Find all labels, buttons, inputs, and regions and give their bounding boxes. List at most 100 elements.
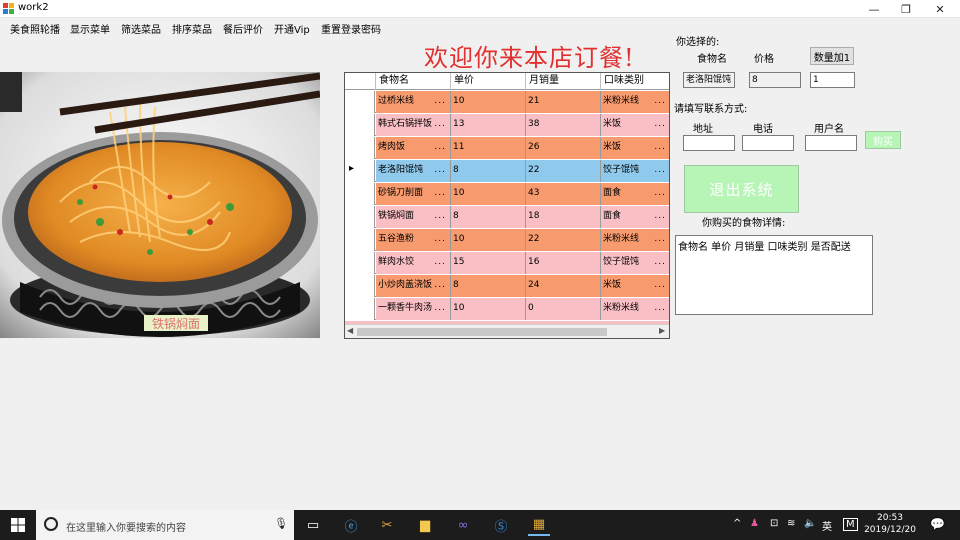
- menu-filter[interactable]: 筛选菜品: [121, 21, 161, 36]
- edge-browser-icon[interactable]: ⓔ: [340, 514, 362, 536]
- taskbar-search[interactable]: 在这里输入你要搜索的内容 🎙: [36, 510, 294, 540]
- purchase-details-box[interactable]: 食物名 单价 月销量 口味类别 是否配送: [675, 235, 873, 315]
- row-header[interactable]: [345, 229, 375, 251]
- row-header[interactable]: [345, 252, 375, 274]
- cell-sales[interactable]: 21: [526, 91, 601, 113]
- cell-name[interactable]: 一颗香牛肉汤...: [376, 298, 451, 320]
- cell-sales[interactable]: 26: [526, 137, 601, 159]
- row-header[interactable]: [345, 298, 375, 320]
- menu-show-menu[interactable]: 显示菜单: [70, 21, 110, 36]
- menu-grid[interactable]: 食物名 单价 月销量 口味类别 过桥米线... 10 21 米粉米线... 韩式石锅拌饭…: [344, 72, 670, 339]
- table-row[interactable]: 过桥米线... 10 21 米粉米线...: [345, 91, 669, 113]
- menu-food-carousel[interactable]: 美食照轮播: [10, 21, 60, 36]
- scroll-left-icon[interactable]: ◀: [347, 326, 353, 335]
- maximize-button[interactable]: ❐: [890, 0, 922, 18]
- cell-price[interactable]: 10: [451, 183, 526, 205]
- row-header[interactable]: [345, 183, 375, 205]
- row-header[interactable]: [345, 91, 375, 113]
- cell-sales[interactable]: 18: [526, 206, 601, 228]
- table-row[interactable]: 小炒肉盖浇饭... 8 24 米饭...: [345, 275, 669, 297]
- cell-name[interactable]: 铁锅焖面...: [376, 206, 451, 228]
- table-row[interactable]: 五谷渔粉... 10 22 米粉米线...: [345, 229, 669, 251]
- cell-name[interactable]: 五谷渔粉...: [376, 229, 451, 251]
- row-header[interactable]: [345, 114, 375, 136]
- cell-price[interactable]: 13: [451, 114, 526, 136]
- table-row[interactable]: 鲜肉水饺... 15 16 饺子馄饨...: [345, 252, 669, 274]
- work2-app-icon[interactable]: ▦: [528, 514, 550, 536]
- cell-category[interactable]: 饺子馄饨...: [601, 160, 669, 182]
- cell-price[interactable]: 10: [451, 91, 526, 113]
- microphone-icon[interactable]: 🎙: [274, 517, 288, 530]
- volume-icon[interactable]: 🔈: [804, 518, 816, 529]
- visual-studio-icon[interactable]: ∞: [452, 514, 474, 536]
- exit-system-button[interactable]: 退出系统: [684, 165, 799, 213]
- selected-price-field[interactable]: 8: [749, 72, 801, 88]
- cell-name[interactable]: 鲜肉水饺...: [376, 252, 451, 274]
- cell-category[interactable]: 米粉米线...: [601, 229, 669, 251]
- phone-field[interactable]: [742, 135, 794, 151]
- tools-app-icon[interactable]: ✂: [376, 514, 398, 536]
- table-row[interactable]: ▸ 老洛阳馄饨... 8 22 饺子馄饨...: [345, 160, 669, 182]
- cell-sales[interactable]: 0: [526, 298, 601, 320]
- cell-price[interactable]: 11: [451, 137, 526, 159]
- network-icon[interactable]: ⊡: [770, 518, 778, 529]
- quantity-field[interactable]: 1: [810, 72, 855, 88]
- quantity-plus-button[interactable]: 数量加1: [810, 47, 854, 65]
- column-header-sales[interactable]: 月销量: [526, 73, 601, 90]
- cell-category[interactable]: 面食...: [601, 206, 669, 228]
- minimize-button[interactable]: —: [858, 0, 890, 18]
- table-row[interactable]: 韩式石锅拌饭... 13 38 米饭...: [345, 114, 669, 136]
- column-header-name[interactable]: 食物名: [376, 73, 451, 90]
- scrollbar-thumb[interactable]: [357, 328, 607, 336]
- clock[interactable]: 20:53 2019/12/20: [862, 512, 918, 536]
- cell-category[interactable]: 米饭...: [601, 114, 669, 136]
- column-header-category[interactable]: 口味类别: [601, 73, 669, 90]
- horizontal-scrollbar[interactable]: ◀ ▶: [345, 324, 669, 338]
- cell-sales[interactable]: 16: [526, 252, 601, 274]
- table-row[interactable]: 烤肉饭... 11 26 米饭...: [345, 137, 669, 159]
- buy-button[interactable]: 购买: [865, 131, 901, 149]
- cell-sales[interactable]: 22: [526, 229, 601, 251]
- cell-sales[interactable]: 22: [526, 160, 601, 182]
- cell-name[interactable]: 砂锅刀削面...: [376, 183, 451, 205]
- file-explorer-icon[interactable]: ▆: [414, 514, 436, 536]
- browser-s-icon[interactable]: Ⓢ: [490, 514, 512, 536]
- row-header[interactable]: ▸: [345, 160, 375, 182]
- cell-name[interactable]: 烤肉饭...: [376, 137, 451, 159]
- cell-price[interactable]: 8: [451, 206, 526, 228]
- cell-category[interactable]: 面食...: [601, 183, 669, 205]
- cell-name[interactable]: 过桥米线...: [376, 91, 451, 113]
- ime-mode[interactable]: M: [843, 518, 858, 531]
- cell-name[interactable]: 小炒肉盖浇饭...: [376, 275, 451, 297]
- wifi-icon[interactable]: ≋: [787, 518, 795, 529]
- table-row[interactable]: 铁锅焖面... 8 18 面食...: [345, 206, 669, 228]
- menu-vip[interactable]: 开通Vip: [274, 21, 310, 36]
- cell-category[interactable]: 米粉米线...: [601, 298, 669, 320]
- row-header[interactable]: [345, 206, 375, 228]
- column-header-price[interactable]: 单价: [451, 73, 526, 90]
- cell-name[interactable]: 韩式石锅拌饭...: [376, 114, 451, 136]
- scroll-right-icon[interactable]: ▶: [659, 326, 665, 335]
- cell-category[interactable]: 米饭...: [601, 137, 669, 159]
- cell-price[interactable]: 15: [451, 252, 526, 274]
- cell-price[interactable]: 8: [451, 160, 526, 182]
- close-button[interactable]: ✕: [924, 0, 956, 18]
- ime-language[interactable]: 英: [822, 518, 832, 533]
- menu-reset-password[interactable]: 重置登录密码: [321, 21, 381, 36]
- cell-category[interactable]: 米饭...: [601, 275, 669, 297]
- menu-sort[interactable]: 排序菜品: [172, 21, 212, 36]
- menu-review[interactable]: 餐后评价: [223, 21, 263, 36]
- tray-app-icon[interactable]: ♟: [750, 518, 759, 529]
- username-field[interactable]: [805, 135, 857, 151]
- cell-name[interactable]: 老洛阳馄饨...: [376, 160, 451, 182]
- row-header[interactable]: [345, 137, 375, 159]
- task-view-icon[interactable]: ▭: [302, 514, 324, 536]
- cell-price[interactable]: 8: [451, 275, 526, 297]
- cell-sales[interactable]: 43: [526, 183, 601, 205]
- notifications-icon[interactable]: 💬: [930, 517, 945, 531]
- cell-price[interactable]: 10: [451, 229, 526, 251]
- cell-category[interactable]: 饺子馄饨...: [601, 252, 669, 274]
- cell-category[interactable]: 米粉米线...: [601, 91, 669, 113]
- table-row[interactable]: 一颗香牛肉汤... 10 0 米粉米线...: [345, 298, 669, 320]
- address-field[interactable]: [683, 135, 735, 151]
